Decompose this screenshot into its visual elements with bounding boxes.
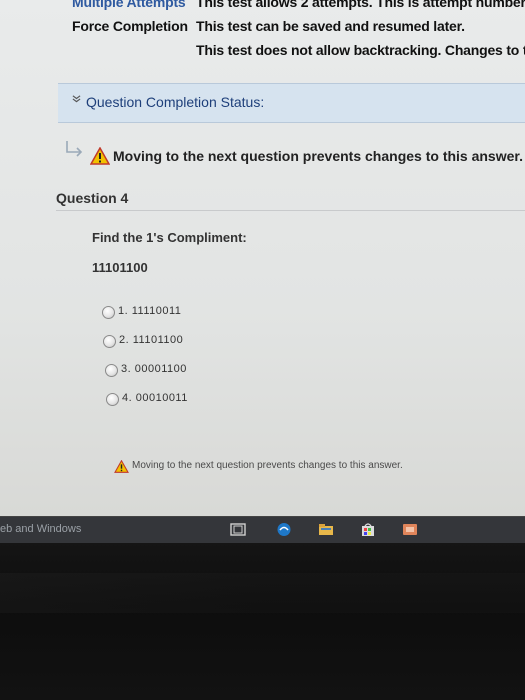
- option-label[interactable]: 2. 11101100: [119, 334, 183, 346]
- question-title: Question 4: [56, 190, 129, 206]
- edge-icon[interactable]: [276, 522, 292, 537]
- completion-status-label[interactable]: Question Completion Status:: [86, 94, 264, 110]
- browser-content: Multiple Attempts This test allows 2 att…: [0, 0, 525, 516]
- app-icon[interactable]: [402, 522, 418, 537]
- attempts-text: This test allows 2 attempts. This is att…: [196, 0, 525, 10]
- radio-button[interactable]: [106, 393, 119, 406]
- task-view-icon[interactable]: [230, 522, 246, 537]
- backtracking-text: This test does not allow backtracking. C…: [196, 42, 525, 58]
- warning-icon: [90, 147, 110, 165]
- force-completion-label: Force Completion: [72, 18, 188, 34]
- taskbar-search-text[interactable]: eb and Windows: [0, 523, 81, 535]
- question-completion-status[interactable]: Question Completion Status:: [58, 83, 525, 123]
- return-arrow-icon: [66, 141, 83, 157]
- question-prompt: Find the 1's Compliment:: [92, 230, 247, 245]
- warning-text: Moving to the next question prevents cha…: [113, 148, 523, 164]
- windows-taskbar: eb and Windows: [0, 516, 525, 543]
- question-value: 11101100: [92, 260, 148, 275]
- desk-background: [0, 543, 525, 700]
- radio-button[interactable]: [105, 364, 118, 377]
- option-label[interactable]: 3. 00001100: [121, 363, 187, 375]
- chevron-down-icon[interactable]: [72, 94, 81, 106]
- saved-text: This test can be saved and resumed later…: [196, 18, 465, 34]
- option-label[interactable]: 4. 00010011: [122, 392, 188, 404]
- radio-button[interactable]: [102, 306, 115, 319]
- test-info: Multiple Attempts This test allows 2 att…: [0, 0, 525, 70]
- question-header: Question 4: [56, 188, 525, 211]
- warning-text: Moving to the next question prevents cha…: [132, 460, 403, 471]
- file-explorer-icon[interactable]: [318, 522, 334, 537]
- store-icon[interactable]: [360, 522, 376, 537]
- desk-sheen: [0, 573, 525, 613]
- option-label[interactable]: 1. 11110011: [118, 305, 181, 317]
- warning-icon: [114, 460, 129, 473]
- radio-button[interactable]: [103, 335, 116, 348]
- multiple-attempts-label: Multiple Attempts: [72, 0, 186, 10]
